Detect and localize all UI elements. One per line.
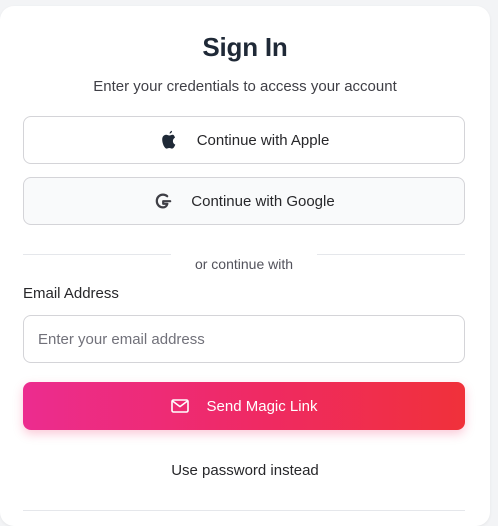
apple-logo-icon [159, 130, 179, 150]
continue-with-google-button[interactable]: Continue with Google [23, 177, 465, 225]
google-button-label: Continue with Google [191, 192, 335, 210]
or-divider: or continue with [23, 254, 465, 274]
continue-with-apple-button[interactable]: Continue with Apple [23, 116, 465, 164]
google-g-icon [153, 191, 173, 211]
sign-in-card: Sign In Enter your credentials to access… [0, 6, 490, 526]
page-subtitle: Enter your credentials to access your ac… [93, 78, 397, 95]
divider-line-right [317, 254, 465, 255]
page-title: Sign In [202, 32, 288, 62]
divider-text: or continue with [194, 256, 294, 272]
send-magic-link-button[interactable]: Send Magic Link [23, 382, 465, 430]
email-field-label: Email Address [23, 285, 119, 302]
email-field[interactable] [23, 315, 465, 363]
apple-button-label: Continue with Apple [196, 131, 330, 149]
magic-link-label: Send Magic Link [206, 397, 318, 415]
mail-icon [170, 399, 189, 413]
use-password-link[interactable]: Use password instead [0, 462, 490, 479]
